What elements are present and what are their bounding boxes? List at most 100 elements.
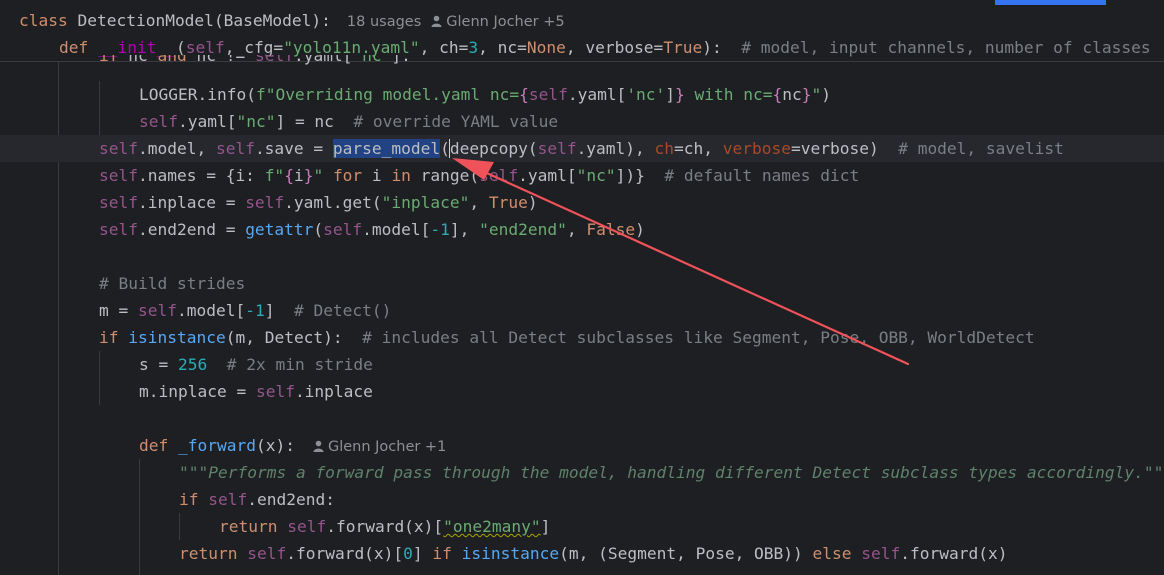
code-line[interactable]: self.inplace = self.yaml.get("inplace", … [99,189,1164,216]
code-text: .forward(x) [900,544,1008,563]
usages-hint[interactable]: 18 usages [347,14,421,30]
number: 0 [403,544,413,563]
code-text: (x): [255,436,295,455]
selected-function-name[interactable]: parse_model [332,139,441,158]
code-text: ] [412,544,433,563]
code-line[interactable]: return self.forward(x)["one2many"] [219,513,1164,540]
comment: # Detect() [293,301,392,320]
code-text: .yaml[ [177,112,237,131]
function-name: _forward [178,436,256,455]
code-text: i [362,166,392,185]
code-line-class-header[interactable]: class DetectionModel(BaseModel): 18 usage… [19,7,1164,34]
string: "nc" [352,55,392,65]
code-text: .yaml[ [518,166,577,185]
keyword: class [19,11,68,30]
brace: { [284,166,294,185]
keyword: for [332,166,363,185]
code-line[interactable]: if self.end2end: [179,486,1164,513]
self-token: self [323,220,363,239]
class-name: DetectionModel [77,11,214,30]
code-text: ]: [391,55,411,65]
code-text: .yaml[ [567,85,627,104]
keyword: if [432,544,452,563]
code-text: ) [527,193,538,212]
string: "nc" [236,112,276,131]
author-hint[interactable]: Glenn Jocher +5 [446,14,564,30]
code-line[interactable]: self.end2end = getattr(self.model[-1], "… [99,216,1164,243]
brace: } [675,85,685,104]
code-line[interactable]: # Build strides [99,270,1164,297]
person-icon [431,8,442,35]
brace: { [772,85,783,104]
builtin-function: isinstance [461,544,560,563]
code-text: LOGGER.info( [139,85,256,104]
code-text: (deepcopy( [440,139,538,158]
self-token: self [537,139,577,158]
string: "one2many" [443,517,541,536]
code-text: .model, [137,139,216,158]
author-hint[interactable]: Glenn Jocher +1 [328,439,446,455]
code-line[interactable]: return self.forward(x)[0] if isinstance(… [179,540,1164,567]
code-text: .inplace = [137,193,246,212]
number: -1 [245,301,265,320]
string: with nc= [684,85,773,104]
code-text: .model[ [362,220,431,239]
class-base: (BaseModel): [213,11,331,30]
brace: } [801,85,812,104]
self-token: self [479,166,519,185]
code-text: ])} [615,166,665,185]
self-token: self [247,544,287,563]
code-text: s = [139,355,178,374]
brace: } [303,166,314,185]
code-text: (m, Detect): [225,328,363,347]
self-token: self [99,139,138,158]
code-line-current[interactable]: self.model, self.save = parse_model(deep… [0,135,1164,162]
code-line[interactable]: s = 256 # 2x min stride [139,351,1164,378]
indent-guide [179,513,180,540]
builtin-function: getattr [245,220,314,239]
keyword: in [391,166,411,185]
code-text: ] = nc [275,112,354,131]
code-line[interactable]: m.inplace = self.inplace [139,378,1164,405]
code-text: ) [821,85,832,104]
number: -1 [430,220,450,239]
code-text: .inplace [294,382,373,401]
scroll-indicator [995,0,1106,5]
string: "nc" [576,166,616,185]
code-line[interactable]: m = self.model[-1] # Detect() [99,297,1164,324]
code-text: .yaml), [576,139,655,158]
code-editor[interactable]: class DetectionModel(BaseModel): 18 usage… [0,0,1164,575]
code-line[interactable]: self.names = {i: f"{i}" for i in range(s… [99,162,1164,189]
code-text: .yaml[ [293,55,353,65]
code-text: .forward(x)[ [326,517,444,536]
indent-guide [139,459,140,575]
code-line[interactable]: def _forward(x): Glenn Jocher +1 [139,432,1164,459]
self-token: self [215,139,255,158]
keyword: return [219,517,278,536]
code-text: m.inplace = [139,382,256,401]
builtin-function: isinstance [128,328,226,347]
code-line[interactable]: if nc and nc != self.yaml["nc"]: [99,55,1164,69]
code-text: .model[ [176,301,246,320]
self-token: self [99,166,138,185]
string: " [811,85,822,104]
comment: # 2x min stride [226,355,373,374]
code-text: ) [635,220,645,239]
comment: # includes all Detect subclasses like Se… [362,328,1035,347]
code-line[interactable]: self.yaml["nc"] = nc # override YAML val… [139,108,1164,135]
keyword: if [179,490,199,509]
string: f" [264,166,285,185]
comment: # model, savelist [898,139,1064,158]
text-caret [449,139,450,158]
self-token: self [99,193,138,212]
code-line[interactable]: LOGGER.info(f"Overriding model.yaml nc={… [139,81,1164,108]
code-line[interactable]: if isinstance(m, Detect): # includes all… [99,324,1164,351]
code-line[interactable]: """Performs a forward pass through the m… [179,459,1164,486]
code-text: , [469,193,489,212]
keyword: def [139,436,169,455]
keyword: and [157,55,187,65]
